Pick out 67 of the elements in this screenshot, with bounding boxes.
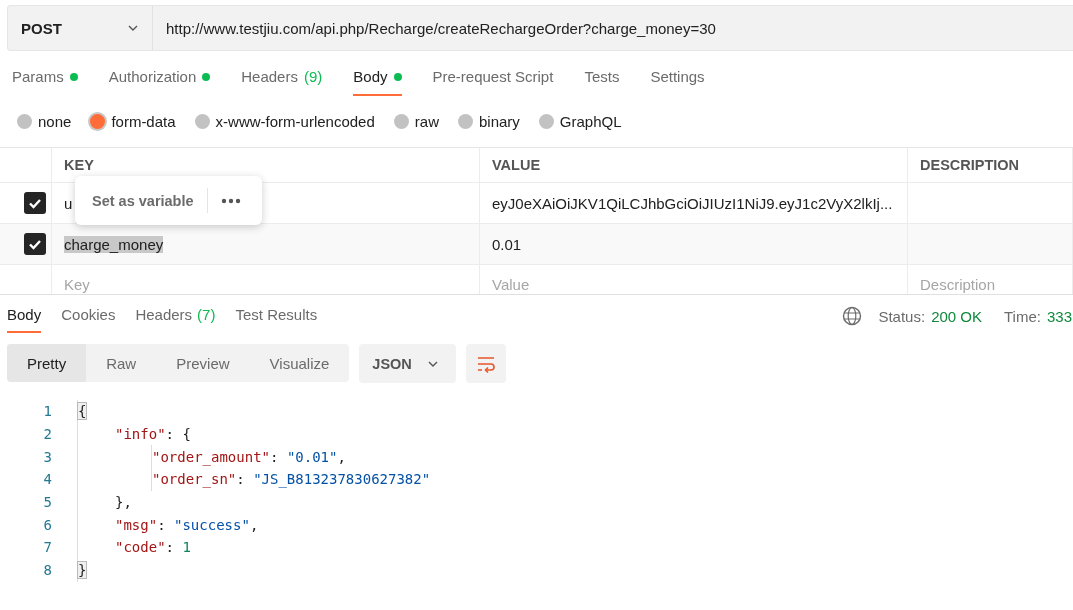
code-token: "code" — [115, 539, 166, 556]
code-token: "msg" — [115, 516, 158, 533]
view-mode-tab[interactable]: Preview — [156, 344, 250, 382]
value-cell[interactable]: 0.01 — [492, 235, 522, 253]
code-token: "order_amount" — [152, 448, 270, 465]
status-value: 200 OK — [931, 307, 982, 325]
view-mode-tab[interactable]: Raw — [86, 344, 157, 382]
line-number: 2 — [42, 426, 53, 443]
value-cell[interactable]: eyJ0eXAiOiJKV1QiLCJhbGciOiJIUzI1NiJ9.eyJ1c2VyX2lkIj... — [492, 194, 893, 212]
line-number: 1 — [42, 403, 53, 420]
column-header: VALUE — [480, 148, 908, 183]
body-type-radio[interactable]: none — [17, 112, 72, 130]
key-cell[interactable]: u — [64, 194, 73, 212]
set-variable-button[interactable]: Set as variable — [92, 192, 194, 209]
checkbox[interactable] — [24, 233, 46, 255]
code-token: : — [270, 448, 280, 465]
request-tab[interactable]: Headers (9) — [241, 68, 323, 96]
code-token: "JS_B813237830627382" — [253, 471, 431, 488]
code-token: "order_sn" — [152, 471, 237, 488]
request-tab[interactable]: Pre-request Script — [432, 68, 554, 96]
request-tab[interactable]: Tests — [584, 68, 620, 96]
checkbox[interactable] — [24, 192, 46, 214]
response-tab[interactable]: Cookies — [61, 306, 116, 333]
line-number: 4 — [42, 471, 53, 488]
globe-icon — [842, 306, 863, 326]
line-number: 5 — [42, 494, 53, 511]
code-token: "info" — [115, 426, 166, 443]
response-tab[interactable]: Headers (7) — [135, 306, 216, 333]
view-mode-tab[interactable]: Pretty — [7, 344, 87, 382]
body-type-radio[interactable]: binary — [457, 112, 520, 130]
code-token: : — [236, 471, 246, 488]
url-field[interactable]: http://www.testjiu.com/api.php/Recharge/createRechargeOrder?charge_money=30 — [153, 6, 1073, 50]
line-number: 6 — [42, 516, 53, 533]
code-token: : { — [165, 426, 191, 443]
code-token: }, — [115, 494, 132, 511]
code-token: : — [157, 516, 167, 533]
response-tab[interactable]: Body — [7, 306, 42, 333]
time-value: 333 — [1046, 307, 1072, 325]
code-token: "0.01" — [286, 448, 338, 465]
format-dropdown[interactable]: JSON — [359, 344, 456, 383]
code-token: 1 — [182, 539, 191, 556]
request-tab[interactable]: Params — [12, 68, 78, 96]
line-number: 7 — [42, 539, 53, 556]
body-type-radio[interactable]: raw — [393, 112, 439, 130]
code-token: , — [337, 448, 346, 465]
line-number: 3 — [42, 448, 53, 465]
status-label: Status: — [878, 307, 926, 325]
view-mode-tab[interactable]: Visualize — [249, 344, 350, 382]
line-number: 8 — [42, 562, 53, 579]
request-tab[interactable]: Authorization — [108, 68, 211, 96]
response-tab[interactable]: Test Results — [235, 306, 318, 333]
more-icon[interactable] — [220, 196, 241, 205]
body-type-radio[interactable]: form-data — [90, 112, 176, 130]
body-type-radio[interactable]: x-www-form-urlencoded — [194, 112, 375, 130]
column-header: DESCRIPTION — [908, 148, 1073, 183]
matched-bracket: { — [78, 403, 87, 420]
request-tab[interactable]: Settings — [650, 68, 705, 96]
code-token: , — [249, 516, 259, 533]
time-label: Time: — [1004, 307, 1041, 325]
code-token: : — [165, 539, 175, 556]
matched-bracket: } — [78, 562, 87, 579]
code-token: "success" — [174, 516, 250, 533]
wrap-button[interactable] — [465, 344, 506, 383]
key-cell[interactable]: charge_money — [64, 235, 164, 253]
body-type-radio[interactable]: GraphQL — [538, 112, 622, 130]
method-dropdown[interactable]: POST — [8, 6, 153, 50]
request-tab[interactable]: Body — [353, 68, 402, 96]
